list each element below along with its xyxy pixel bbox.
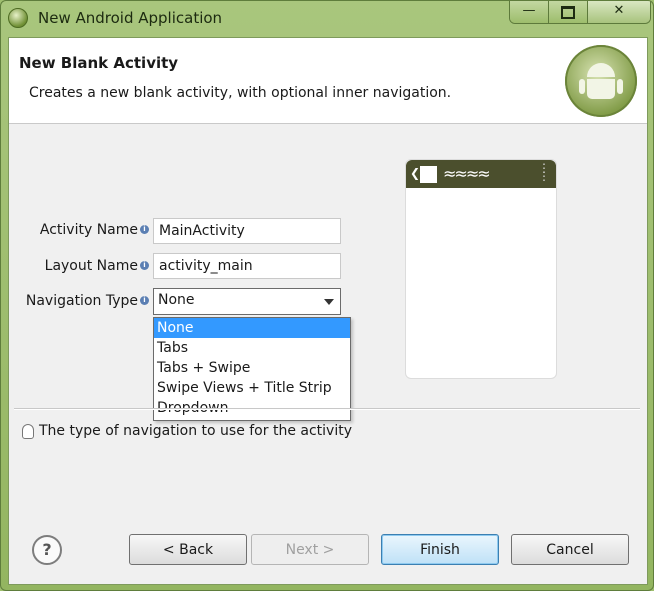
navigation-type-value: None <box>158 292 195 308</box>
page-title: New Blank Activity <box>19 54 179 72</box>
dropdown-option-none[interactable]: None <box>154 318 350 338</box>
navigation-type-select[interactable]: None <box>153 288 341 315</box>
dialog-window: New Android Application — ✕ New Blank Ac… <box>0 0 654 591</box>
activity-preview: ❮ ≈≈≈≈ ⋮ ⋮ <box>405 159 557 379</box>
finish-button[interactable]: Finish <box>381 534 499 565</box>
title-placeholder-icon: ≈≈≈≈ <box>443 164 491 183</box>
dropdown-option-tabs-swipe[interactable]: Tabs + Swipe <box>154 358 350 378</box>
info-icon[interactable]: i <box>140 225 149 234</box>
cancel-button[interactable]: Cancel <box>511 534 629 565</box>
layout-name-label: Layout Name <box>44 258 138 274</box>
close-button[interactable]: ✕ <box>588 1 650 23</box>
navigation-type-label: Navigation Type <box>25 293 138 309</box>
separator <box>14 408 640 410</box>
minimize-button[interactable]: — <box>510 1 549 23</box>
lightbulb-icon <box>22 424 34 439</box>
wizard-header: New Blank Activity Creates a new blank a… <box>9 38 647 124</box>
dropdown-option-swipe-views[interactable]: Swipe Views + Title Strip <box>154 378 350 398</box>
hint-text: The type of navigation to use for the ac… <box>39 423 352 439</box>
maximize-icon <box>561 6 575 19</box>
activity-name-input[interactable] <box>153 218 341 244</box>
info-icon[interactable]: i <box>140 296 149 305</box>
dialog-body: New Blank Activity Creates a new blank a… <box>8 37 648 585</box>
chevron-down-icon[interactable] <box>324 299 334 305</box>
android-head <box>587 63 615 77</box>
window-controls: — ✕ <box>509 1 651 24</box>
android-body <box>587 79 615 99</box>
preview-action-bar: ❮ ≈≈≈≈ ⋮ ⋮ <box>406 160 556 188</box>
android-arm-right <box>617 79 623 94</box>
android-icon <box>8 8 28 28</box>
android-arm-left <box>579 79 585 94</box>
layout-name-input[interactable] <box>153 253 341 279</box>
back-chevron-icon: ❮ <box>410 166 421 180</box>
window-title: New Android Application <box>38 9 223 27</box>
android-logo-icon <box>565 45 637 117</box>
overflow-menu-icon: ⋮ ⋮ <box>538 161 550 183</box>
page-description: Creates a new blank activity, with optio… <box>29 85 452 101</box>
title-bar[interactable]: New Android Application — ✕ <box>1 1 653 37</box>
maximize-button[interactable] <box>549 1 588 23</box>
info-icon[interactable]: i <box>140 261 149 270</box>
navigation-type-dropdown: None Tabs Tabs + Swipe Swipe Views + Tit… <box>153 317 351 421</box>
app-logo-icon <box>420 166 437 183</box>
dropdown-option-tabs[interactable]: Tabs <box>154 338 350 358</box>
activity-name-label: Activity Name <box>39 222 138 238</box>
help-icon[interactable]: ? <box>32 535 62 565</box>
next-button[interactable]: Next > <box>251 534 369 565</box>
back-button[interactable]: < Back <box>129 534 247 565</box>
